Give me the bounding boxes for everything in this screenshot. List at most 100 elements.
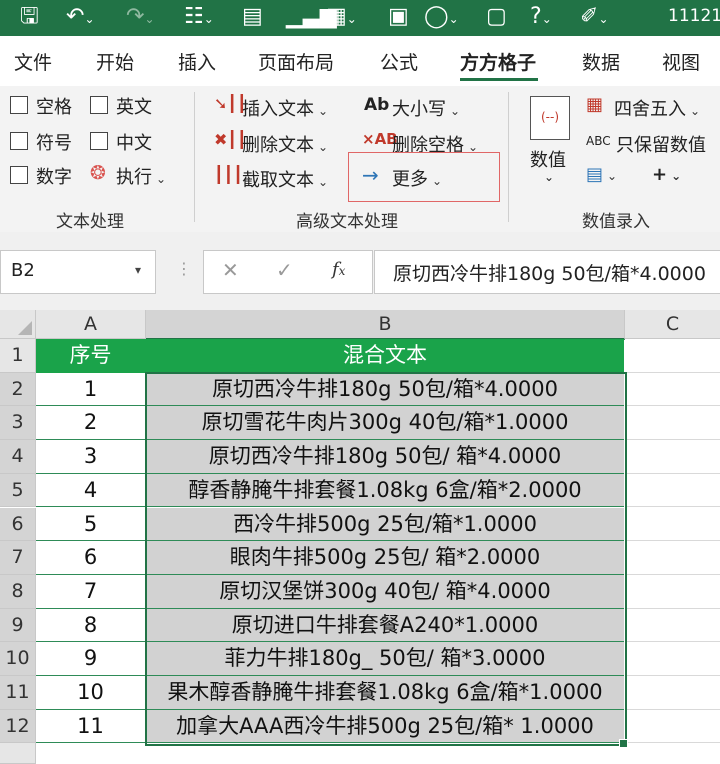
checkbox-space[interactable]: [10, 96, 28, 114]
cell-c[interactable]: [625, 473, 720, 508]
checkbox-symbol[interactable]: [10, 132, 28, 150]
row-header[interactable]: 12: [0, 709, 36, 744]
row-header[interactable]: 4: [0, 440, 36, 474]
cell-b[interactable]: 果木醇香静腌牛排套餐1.08kg 6盒/箱*1.0000: [146, 676, 624, 710]
case-button[interactable]: 大小写 ⌄: [392, 95, 460, 121]
tab-home[interactable]: 开始: [96, 48, 134, 75]
value-icon[interactable]: (--): [530, 96, 570, 140]
cell-a[interactable]: 5: [36, 507, 146, 542]
case-icon: Ab: [364, 95, 390, 115]
help-icon[interactable]: ?⌄: [530, 4, 552, 30]
delete-text-button[interactable]: 删除文本 ⌄: [242, 131, 328, 157]
row-header[interactable]: 9: [0, 608, 36, 643]
cell-b[interactable]: 眼肉牛排500g 25包/ 箱*2.0000: [146, 541, 624, 575]
cell-b[interactable]: 醇香静腌牛排套餐1.08kg 6盒/箱*2.0000: [146, 473, 624, 508]
cell-c[interactable]: [625, 642, 720, 676]
cell-a[interactable]: 2: [36, 406, 146, 441]
row-header[interactable]: 11: [0, 676, 36, 710]
keep-values-button[interactable]: 只保留数值: [616, 131, 706, 157]
cell-a[interactable]: 9: [36, 642, 146, 676]
tab-insert[interactable]: 插入: [178, 48, 216, 75]
cell-b[interactable]: 原切西冷牛排180g 50包/箱*4.0000: [146, 372, 624, 407]
cell-c[interactable]: [625, 574, 720, 609]
tab-data[interactable]: 数据: [582, 48, 620, 75]
table-icon[interactable]: ▤: [242, 4, 263, 30]
cell-c[interactable]: [625, 676, 720, 710]
fill-icon[interactable]: ▤ ⌄: [586, 164, 617, 185]
cell-a[interactable]: 4: [36, 473, 146, 508]
cancel-icon[interactable]: ✕: [222, 258, 239, 282]
value-button[interactable]: 数值: [530, 146, 566, 172]
row-header[interactable]: [0, 743, 36, 764]
cell-a[interactable]: 1: [36, 372, 146, 407]
grid-icon[interactable]: ▦⌄: [326, 4, 357, 30]
checkbox-chinese[interactable]: [90, 132, 108, 150]
cell-b[interactable]: 加拿大AAA西冷牛排500g 25包/箱* 1.0000: [146, 709, 624, 744]
insert-text-button[interactable]: 插入文本 ⌄: [242, 95, 328, 121]
header-cell-b[interactable]: 混合文本: [146, 339, 624, 373]
cell-b[interactable]: 原切西冷牛排180g 50包/ 箱*4.0000: [146, 440, 624, 474]
formula-input[interactable]: 原切西冷牛排180g 50包/箱*4.0000: [374, 250, 720, 294]
tab-page-layout[interactable]: 页面布局: [258, 48, 334, 75]
cell-c[interactable]: [625, 440, 720, 474]
cell-a[interactable]: 3: [36, 440, 146, 474]
title-text: 11121: [668, 6, 720, 26]
row-header[interactable]: 3: [0, 406, 36, 441]
tab-view[interactable]: 视图: [662, 48, 700, 75]
cell-c[interactable]: [625, 406, 720, 441]
cell-a[interactable]: 8: [36, 608, 146, 643]
cut-text-button[interactable]: 截取文本 ⌄: [242, 166, 328, 192]
cell-b[interactable]: 原切汉堡饼300g 40包/ 箱*4.0000: [146, 574, 624, 609]
select-all-corner[interactable]: [0, 310, 36, 339]
borders-icon[interactable]: ☷⌄: [184, 4, 214, 30]
round-button[interactable]: 四舍五入 ⌄: [614, 95, 700, 121]
row-header[interactable]: 8: [0, 574, 36, 609]
screenshot-icon[interactable]: ▣: [388, 4, 409, 30]
redo-icon[interactable]: ↷⌄: [126, 4, 155, 30]
confirm-icon[interactable]: ✓: [276, 258, 293, 282]
cell-c[interactable]: [625, 372, 720, 407]
cell-c[interactable]: [625, 339, 720, 373]
row-header[interactable]: 2: [0, 372, 36, 407]
cell-a[interactable]: 6: [36, 541, 146, 575]
header-cell-a[interactable]: 序号: [36, 339, 146, 373]
cell-b[interactable]: 西冷牛排500g 25包/箱*1.0000: [146, 507, 624, 542]
tab-formulas[interactable]: 公式: [380, 48, 418, 75]
cell-a[interactable]: 11: [36, 709, 146, 744]
column-header-b[interactable]: B: [146, 310, 625, 340]
tab-fangfang[interactable]: 方方格子: [460, 48, 536, 75]
shapes-icon[interactable]: ◯⌄: [424, 4, 459, 30]
save-icon[interactable]: 🖫: [20, 4, 39, 30]
cell-c[interactable]: [625, 709, 720, 744]
tab-file[interactable]: 文件: [14, 48, 52, 75]
cell-a[interactable]: 10: [36, 676, 146, 710]
row-header[interactable]: 6: [0, 507, 36, 542]
execute-button[interactable]: 执行 ⌄: [116, 163, 166, 189]
case-label: 大小写: [392, 99, 446, 120]
add-icon[interactable]: + ⌄: [652, 164, 681, 185]
more-button[interactable]: 更多 ⌄: [392, 165, 442, 191]
checkbox-english[interactable]: [90, 96, 108, 114]
name-box[interactable]: B2 ▾: [0, 250, 156, 294]
insert-function-icon[interactable]: fx: [332, 259, 345, 280]
undo-icon[interactable]: ↶⌄: [66, 4, 95, 30]
cell-b[interactable]: 原切雪花牛肉片300g 40包/箱*1.0000: [146, 406, 624, 441]
chevron-down-icon[interactable]: ▾: [135, 263, 141, 277]
cell-b[interactable]: 原切进口牛排套餐A240*1.0000: [146, 608, 624, 643]
cell-c[interactable]: [625, 507, 720, 542]
cell-c[interactable]: [625, 608, 720, 643]
row-header[interactable]: 5: [0, 473, 36, 508]
fill-handle[interactable]: [619, 739, 628, 749]
row-header[interactable]: 7: [0, 541, 36, 575]
format-painter-icon[interactable]: ✐⌄: [580, 4, 609, 30]
checkbox-number[interactable]: [10, 166, 28, 184]
cell-c[interactable]: [625, 541, 720, 575]
text-box-icon[interactable]: ▢: [486, 4, 507, 30]
cell-b[interactable]: 菲力牛排180g_ 50包/ 箱*3.0000: [146, 642, 624, 676]
row-header[interactable]: 10: [0, 642, 36, 676]
column-header-c[interactable]: C: [625, 310, 720, 339]
cell-a[interactable]: 7: [36, 574, 146, 609]
column-header-a[interactable]: A: [36, 310, 146, 339]
row-header[interactable]: 1: [0, 339, 36, 373]
chevron-down-icon[interactable]: ⌄: [544, 170, 554, 184]
